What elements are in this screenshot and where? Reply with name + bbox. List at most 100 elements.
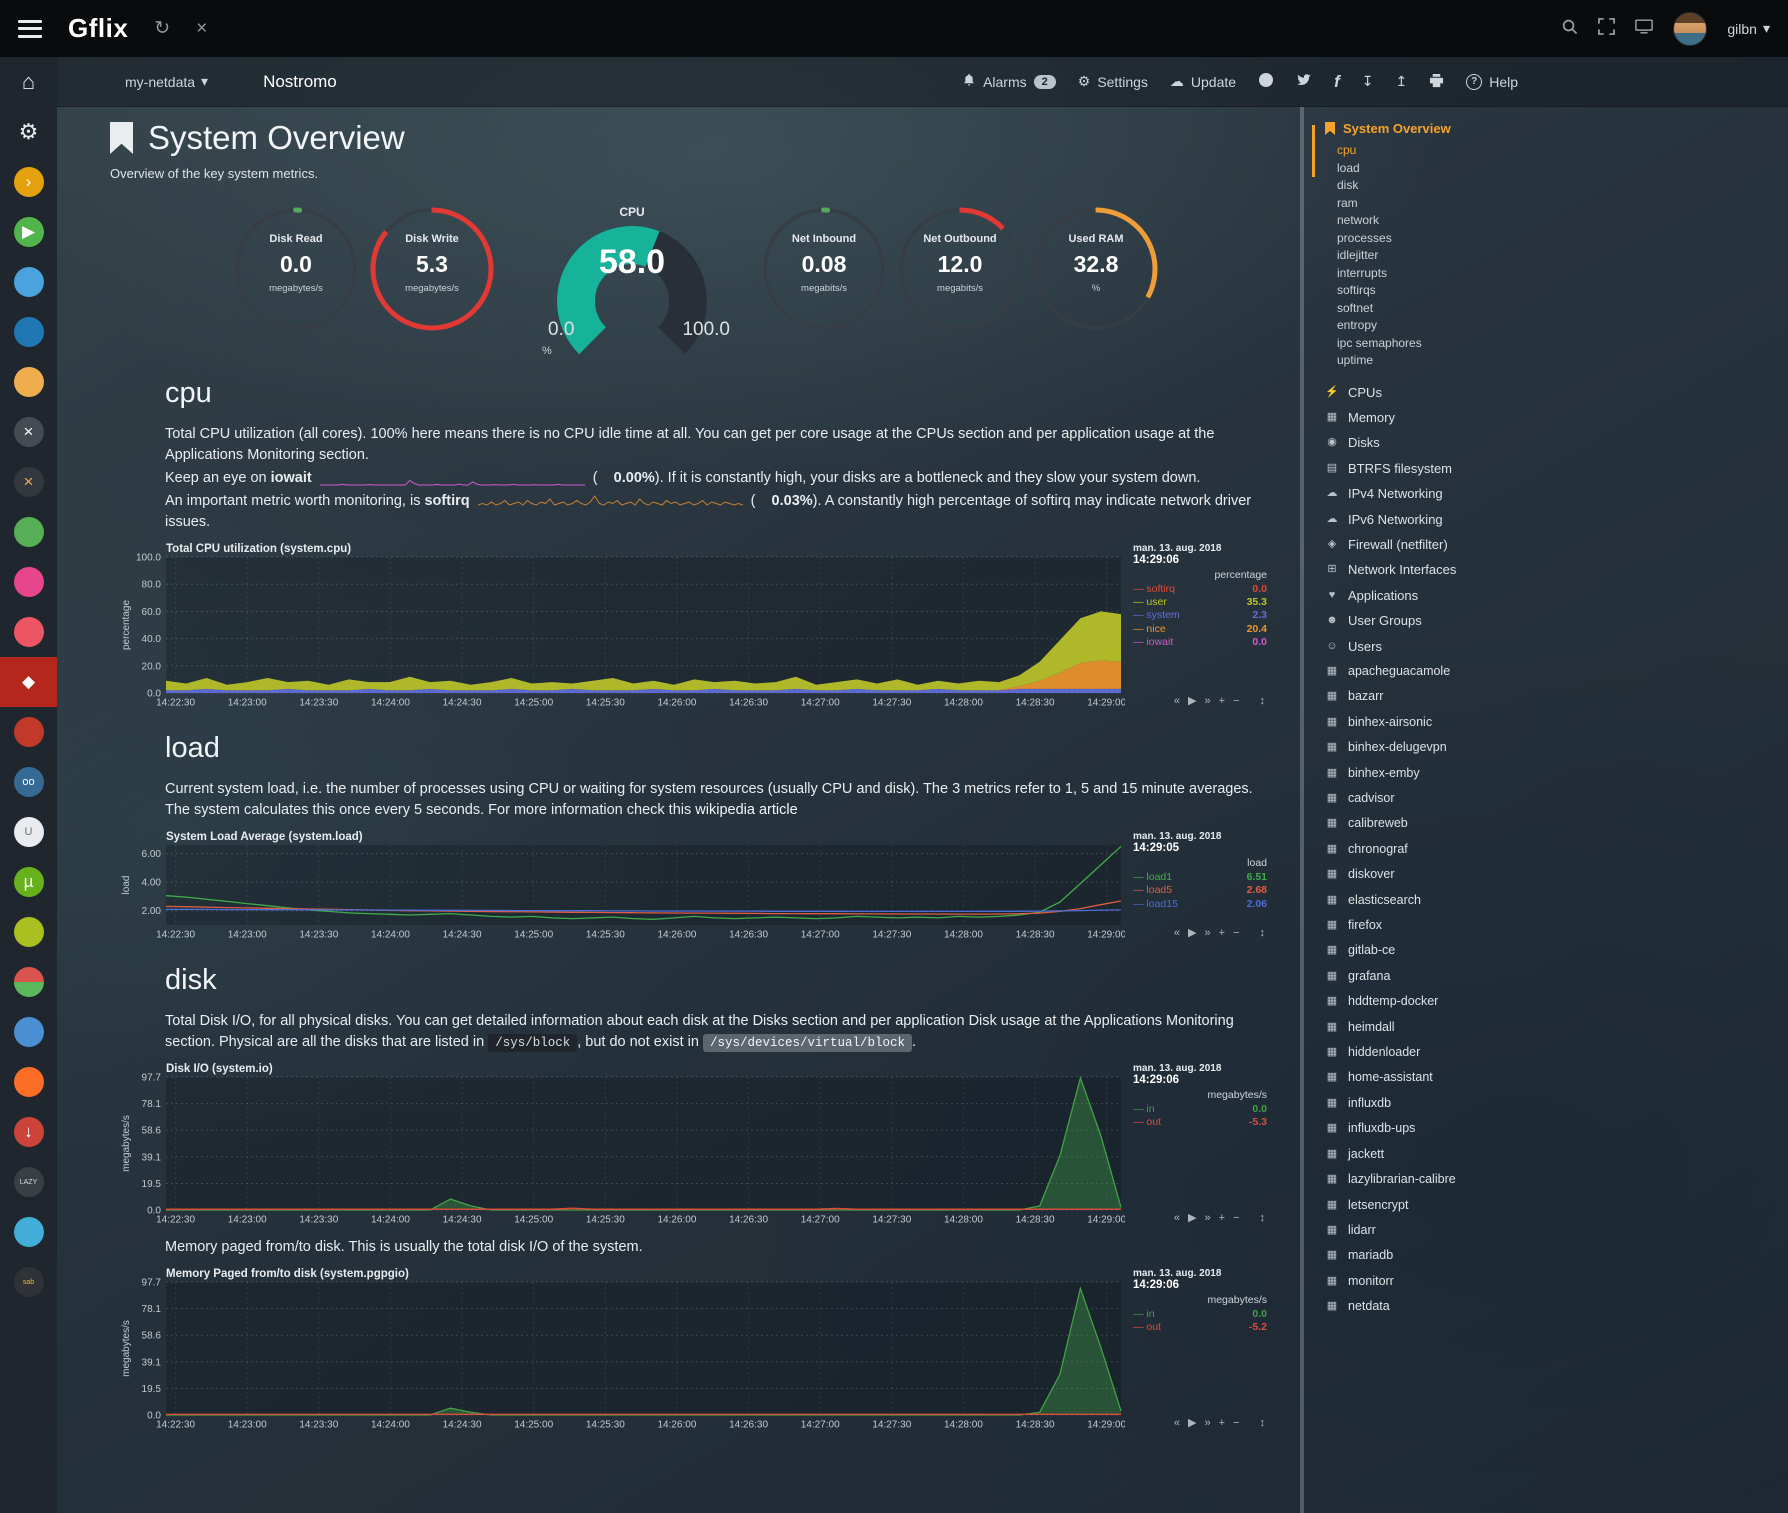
menu-section-memory[interactable]: ▦Memory xyxy=(1325,405,1565,430)
chart-play-icon[interactable]: ▶ xyxy=(1188,1416,1196,1429)
legend-item-softirq[interactable]: — softirq0.0 xyxy=(1133,583,1267,596)
chart-plot[interactable]: 0.019.539.158.678.197.714:22:3014:23:001… xyxy=(120,1268,1125,1432)
twitter-button[interactable] xyxy=(1296,72,1312,91)
alarms-button[interactable]: Alarms 2 xyxy=(962,73,1056,90)
chart-backward-icon[interactable]: « xyxy=(1174,695,1180,707)
cpu-chart-block[interactable]: Total CPU utilization (system.cpu)0.020.… xyxy=(120,543,1270,710)
legend-item-nice[interactable]: — nice20.4 xyxy=(1133,623,1267,636)
menu-sub-processes[interactable]: processes xyxy=(1325,230,1565,248)
sidebar-app-netdata[interactable]: ◆ xyxy=(0,657,57,707)
chart-zoom-in-icon[interactable]: + xyxy=(1219,1417,1225,1429)
menu-app-lazylibrarian-calibre[interactable]: ▦lazylibrarian-calibre xyxy=(1325,1167,1565,1192)
legend-item-in[interactable]: — in0.0 xyxy=(1133,1308,1267,1321)
menu-app-apacheguacamole[interactable]: ▦apacheguacamole xyxy=(1325,659,1565,684)
chart-zoom-out-icon[interactable]: − xyxy=(1233,927,1239,939)
help-button[interactable]: ? Help xyxy=(1466,74,1518,90)
chart-forward-icon[interactable]: » xyxy=(1205,1417,1211,1429)
disk-chart-block[interactable]: Disk I/O (system.io)0.019.539.158.678.19… xyxy=(120,1063,1270,1227)
facebook-button[interactable]: f xyxy=(1334,72,1340,92)
gauge-net-outbound[interactable]: Net Outbound12.0megabits/s xyxy=(896,205,1024,333)
pgpgio-chart-block[interactable]: Memory Paged from/to disk (system.pgpgio… xyxy=(120,1268,1270,1432)
load-chart-block[interactable]: System Load Average (system.load)2.004.0… xyxy=(120,831,1270,942)
legend-item-system[interactable]: — system2.3 xyxy=(1133,609,1267,622)
menu-sub-load[interactable]: load xyxy=(1325,160,1565,178)
legend-item-in[interactable]: — in0.0 xyxy=(1133,1103,1267,1116)
sidebar-app-sabnzbd[interactable]: sab xyxy=(0,1257,57,1307)
chart-resize-handle[interactable]: ↕ xyxy=(1260,1417,1266,1429)
chart-plot[interactable]: 0.019.539.158.678.197.714:22:3014:23:001… xyxy=(120,1063,1125,1227)
gauge-used-ram[interactable]: Used RAM32.8% xyxy=(1032,205,1160,333)
fullscreen-icon[interactable] xyxy=(1598,18,1615,40)
menu-app-calibreweb[interactable]: ▦calibreweb xyxy=(1325,811,1565,836)
menu-sub-idlejitter[interactable]: idlejitter xyxy=(1325,247,1565,265)
chart-zoom-out-icon[interactable]: − xyxy=(1233,1212,1239,1224)
sidebar-app-home[interactable]: ⌂ xyxy=(0,57,57,107)
sidebar-app-emby[interactable]: ▶ xyxy=(0,207,57,257)
menu-app-elasticsearch[interactable]: ▦elasticsearch xyxy=(1325,888,1565,913)
menu-app-letsencrypt[interactable]: ▦letsencrypt xyxy=(1325,1193,1565,1218)
legend-item-load5[interactable]: — load52.68 xyxy=(1133,884,1267,897)
upload-button[interactable]: ↥ xyxy=(1395,73,1407,90)
menu-app-gitlab-ce[interactable]: ▦gitlab-ce xyxy=(1325,938,1565,963)
gauge-net-inbound[interactable]: Net Inbound0.08megabits/s xyxy=(760,205,888,333)
menu-app-hiddenloader[interactable]: ▦hiddenloader xyxy=(1325,1040,1565,1065)
menu-app-heimdall[interactable]: ▦heimdall xyxy=(1325,1015,1565,1040)
sidebar-app-gitlab[interactable] xyxy=(0,1057,57,1107)
sidebar-app-app-pills[interactable] xyxy=(0,957,57,1007)
menu-app-home-assistant[interactable]: ▦home-assistant xyxy=(1325,1065,1565,1090)
chart-forward-icon[interactable]: » xyxy=(1205,695,1211,707)
download-button[interactable]: ↧ xyxy=(1362,73,1374,90)
menu-app-firefox[interactable]: ▦firefox xyxy=(1325,913,1565,938)
menu-app-netdata[interactable]: ▦netdata xyxy=(1325,1294,1565,1319)
close-tab-icon[interactable]: × xyxy=(196,19,207,38)
menu-section-firewall-netfilter-[interactable]: ◈Firewall (netfilter) xyxy=(1325,532,1565,557)
chart-play-icon[interactable]: ▶ xyxy=(1188,926,1196,939)
menu-sub-ram[interactable]: ram xyxy=(1325,195,1565,213)
user-menu[interactable]: gilbn ▾ xyxy=(1727,20,1770,37)
menu-section-network-interfaces[interactable]: ⊞Network Interfaces xyxy=(1325,557,1565,582)
menu-system-overview[interactable]: System Overview xyxy=(1325,121,1565,136)
chart-play-icon[interactable]: ▶ xyxy=(1188,694,1196,707)
sidebar-app-app-red[interactable] xyxy=(0,707,57,757)
chart-zoom-in-icon[interactable]: + xyxy=(1219,1212,1225,1224)
menu-app-grafana[interactable]: ▦grafana xyxy=(1325,964,1565,989)
sidebar-app-app-blue[interactable] xyxy=(0,257,57,307)
menu-section-ipv6-networking[interactable]: ☁IPv6 Networking xyxy=(1325,507,1565,532)
print-button[interactable] xyxy=(1429,73,1444,91)
sidebar-app-app-pink[interactable] xyxy=(0,557,57,607)
chart-resize-handle[interactable]: ↕ xyxy=(1260,1212,1266,1224)
gauge-disk-read[interactable]: Disk Read0.0megabytes/s xyxy=(232,205,360,333)
menu-section-applications[interactable]: ♥Applications xyxy=(1325,583,1565,608)
update-button[interactable]: ☁ Update xyxy=(1170,73,1236,90)
menu-sub-entropy[interactable]: entropy xyxy=(1325,317,1565,335)
menu-sub-disk[interactable]: disk xyxy=(1325,177,1565,195)
menu-sub-softirqs[interactable]: softirqs xyxy=(1325,282,1565,300)
wikipedia-link[interactable]: wikipedia article xyxy=(695,802,797,818)
content-scrollbar[interactable] xyxy=(1300,107,1304,1513)
menu-section-ipv4-networking[interactable]: ☁IPv4 Networking xyxy=(1325,481,1565,506)
chart-forward-icon[interactable]: » xyxy=(1205,927,1211,939)
sidebar-app-utorrent[interactable]: µ xyxy=(0,857,57,907)
menu-section-users[interactable]: ☺Users xyxy=(1325,634,1565,659)
menu-sub-softnet[interactable]: softnet xyxy=(1325,300,1565,318)
menu-app-cadvisor[interactable]: ▦cadvisor xyxy=(1325,786,1565,811)
iowait-sparkline[interactable] xyxy=(320,471,585,486)
legend-item-load15[interactable]: — load152.06 xyxy=(1133,898,1267,911)
menu-sub-uptime[interactable]: uptime xyxy=(1325,352,1565,370)
sidebar-app-app-dark[interactable]: × xyxy=(0,457,57,507)
sidebar-app-ombi[interactable] xyxy=(0,607,57,657)
chart-zoom-out-icon[interactable]: − xyxy=(1233,1417,1239,1429)
menu-section-user-groups[interactable]: ☻User Groups xyxy=(1325,608,1565,633)
chart-plot[interactable]: 2.004.006.0014:22:3014:23:0014:23:3014:2… xyxy=(120,831,1125,942)
sidebar-app-kodi[interactable]: × xyxy=(0,407,57,457)
screenshot-icon[interactable] xyxy=(1635,19,1653,39)
sidebar-app-airsonic[interactable] xyxy=(0,307,57,357)
chart-backward-icon[interactable]: « xyxy=(1174,927,1180,939)
sidebar-app-app-download[interactable]: ↓ xyxy=(0,1107,57,1157)
cpu-gauge[interactable]: CPU 58.0 0.0 100.0 % xyxy=(532,205,732,355)
chart-zoom-in-icon[interactable]: + xyxy=(1219,927,1225,939)
menu-section-disks[interactable]: ◉Disks xyxy=(1325,430,1565,455)
sidebar-app-deluge[interactable]: oo xyxy=(0,757,57,807)
legend-item-out[interactable]: — out-5.3 xyxy=(1133,1116,1267,1129)
sidebar-app-jackett[interactable] xyxy=(0,357,57,407)
